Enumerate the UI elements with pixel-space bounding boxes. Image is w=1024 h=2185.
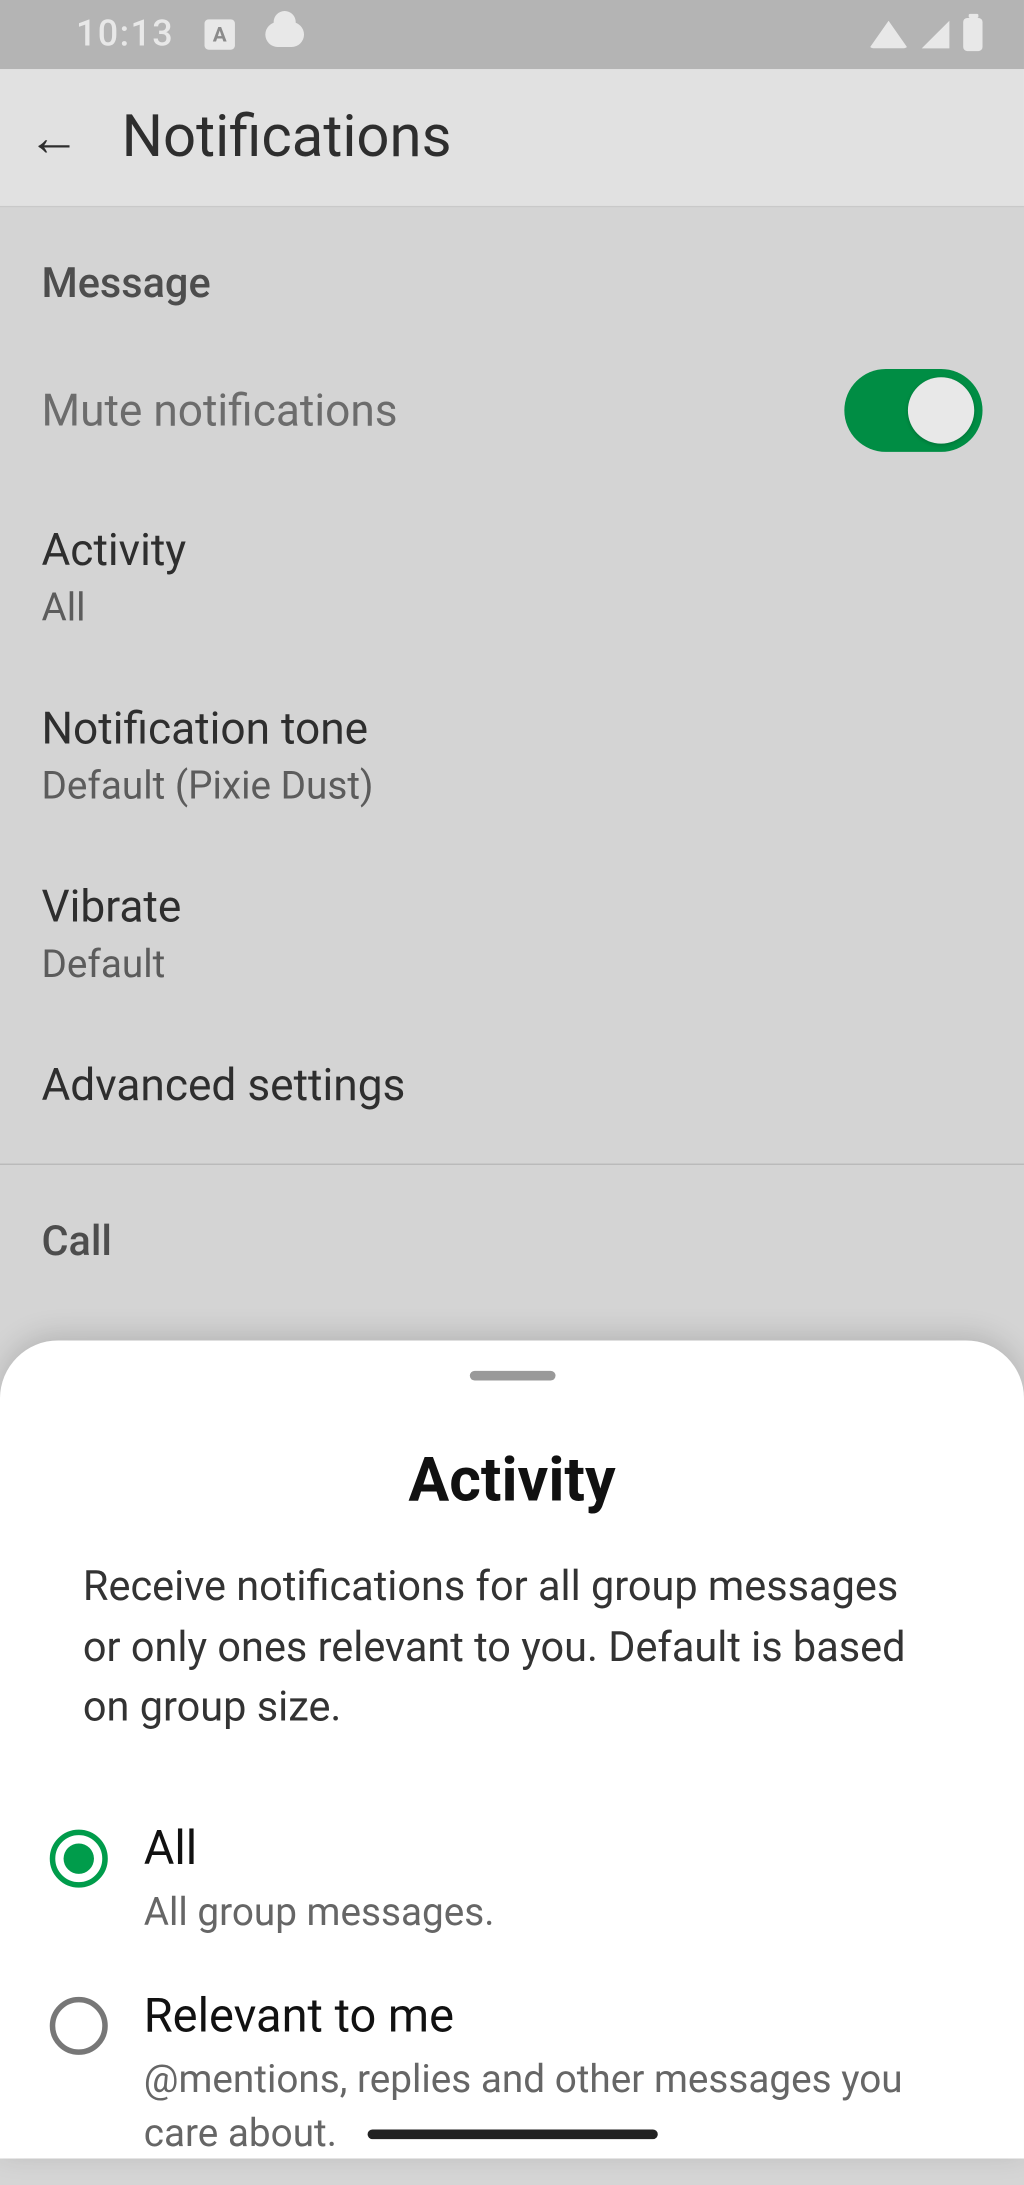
- sheet-title: Activity: [0, 1444, 1024, 1516]
- advanced-label: Advanced settings: [41, 1059, 405, 1112]
- radio-checked-icon[interactable]: [50, 1829, 108, 1887]
- app-bar: ← Notifications: [0, 69, 1024, 207]
- sheet-description: Receive notifications for all group mess…: [0, 1516, 1024, 1738]
- activity-label: Activity: [41, 524, 186, 577]
- row-notification-tone[interactable]: Notification tone Default (Pixie Dust): [0, 666, 1024, 844]
- drag-handle-icon[interactable]: [469, 1371, 555, 1381]
- page-title: Notifications: [122, 104, 452, 172]
- row-vibrate[interactable]: Vibrate Default: [0, 844, 1024, 1022]
- notification-indicator-icon: A: [204, 19, 234, 49]
- status-bar: 10:13 A: [0, 0, 1024, 69]
- tone-label: Notification tone: [41, 702, 373, 755]
- cloud-icon: [265, 22, 304, 47]
- activity-bottom-sheet: Activity Receive notifications for all g…: [0, 1340, 1024, 2158]
- home-indicator-icon[interactable]: [367, 2130, 657, 2140]
- option-relevant-sub: @mentions, replies and other messages yo…: [144, 2052, 975, 2160]
- row-activity[interactable]: Activity All: [0, 488, 1024, 666]
- clock: 10:13: [76, 14, 174, 55]
- battery-icon: [963, 18, 982, 51]
- activity-value: All: [41, 585, 186, 631]
- vibrate-label: Vibrate: [41, 880, 181, 933]
- tone-value: Default (Pixie Dust): [41, 763, 373, 809]
- vibrate-value: Default: [41, 941, 181, 987]
- option-all-title: All: [144, 1821, 495, 1876]
- back-arrow-icon[interactable]: ←: [28, 111, 81, 164]
- toggle-thumb: [908, 377, 974, 443]
- option-all-sub: All group messages.: [144, 1884, 495, 1938]
- option-relevant[interactable]: Relevant to me @mentions, replies and ot…: [50, 1963, 974, 2185]
- wifi-icon: [869, 21, 908, 49]
- option-all[interactable]: All All group messages.: [50, 1796, 974, 1963]
- radio-unchecked-icon[interactable]: [50, 1996, 108, 2054]
- section-header-message: Message: [0, 207, 1024, 333]
- mute-label: Mute notifications: [41, 384, 397, 437]
- signal-icon: [922, 21, 950, 49]
- section-header-call: Call: [0, 1165, 1024, 1291]
- mute-toggle[interactable]: [844, 369, 982, 452]
- row-mute-notifications[interactable]: Mute notifications: [0, 333, 1024, 488]
- option-relevant-title: Relevant to me: [144, 1988, 975, 2043]
- row-advanced-settings[interactable]: Advanced settings: [0, 1023, 1024, 1147]
